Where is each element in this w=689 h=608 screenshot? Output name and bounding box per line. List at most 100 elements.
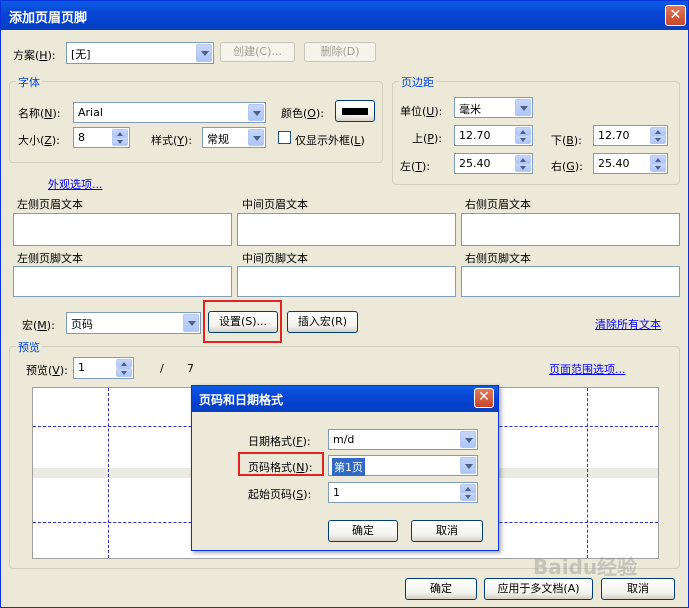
page-separator: / <box>160 362 164 375</box>
center-header-label: 中间页眉文本 <box>242 198 308 211</box>
page-date-format-dialog: 页码和日期格式 ✕ 日期格式(F): m/d 页码格式(N): 第1页 起始页码… <box>191 385 499 551</box>
spin-down-icon[interactable] <box>112 137 128 146</box>
chevron-down-icon[interactable] <box>515 99 531 116</box>
font-style-select[interactable]: 常规 <box>202 127 266 148</box>
font-name-label: 名称(N): <box>18 107 61 120</box>
chevron-down-icon[interactable] <box>196 44 212 62</box>
date-format-select[interactable]: m/d <box>328 429 478 450</box>
left-footer-label: 左侧页脚文本 <box>17 252 83 265</box>
right-margin-guide <box>587 388 588 558</box>
unit-value: 毫米 <box>459 103 481 116</box>
close-button[interactable]: ✕ <box>665 5 686 26</box>
chevron-down-icon[interactable] <box>183 314 199 332</box>
window-title: 添加页眉页脚 <box>9 11 88 26</box>
preview-page-value: 1 <box>78 361 85 374</box>
right-footer-textbox[interactable] <box>461 266 680 297</box>
top-margin-value: 12.70 <box>459 129 491 142</box>
font-size-value: 8 <box>78 131 85 144</box>
title-bar[interactable]: 添加页眉页脚 ✕ <box>1 1 688 30</box>
macro-label: 宏(M): <box>22 319 55 332</box>
start-page-spinner[interactable]: 1 <box>328 482 478 503</box>
font-color-button[interactable] <box>335 100 375 122</box>
font-size-spinner[interactable]: 8 <box>73 127 130 148</box>
outline-only-label[interactable]: 仅显示外框(L) <box>295 132 365 148</box>
left-margin-value: 25.40 <box>459 157 491 170</box>
start-page-value: 1 <box>333 486 340 499</box>
chevron-down-icon[interactable] <box>460 431 476 448</box>
dialog-title-bar[interactable]: 页码和日期格式 ✕ <box>192 386 498 412</box>
spin-down-icon[interactable] <box>460 492 476 501</box>
font-style-label: 样式(Y): <box>151 134 193 147</box>
unit-select[interactable]: 毫米 <box>454 97 533 118</box>
page-range-options-link[interactable]: 页面范围选项... <box>549 361 626 377</box>
spin-down-icon[interactable] <box>116 368 132 377</box>
scheme-value: [无] <box>71 48 91 61</box>
scheme-select[interactable]: [无] <box>66 42 214 64</box>
right-header-label: 右侧页眉文本 <box>465 198 531 211</box>
left-header-textbox[interactable] <box>13 213 232 246</box>
page-format-select[interactable]: 第1页 <box>328 455 478 476</box>
start-page-label: 起始页码(S): <box>248 488 312 501</box>
chevron-down-icon[interactable] <box>248 104 264 121</box>
right-margin-value: 25.40 <box>598 157 630 170</box>
spin-down-icon[interactable] <box>650 163 666 172</box>
highlight-box <box>203 300 282 343</box>
ok-button[interactable]: 确定 <box>405 578 477 600</box>
date-format-label: 日期格式(F): <box>248 435 311 448</box>
left-margin-label: 左(T): <box>400 160 431 173</box>
close-icon: ✕ <box>478 389 490 405</box>
left-header-label: 左侧页眉文本 <box>17 198 83 211</box>
clear-all-text-link[interactable]: 清除所有文本 <box>595 316 661 332</box>
appearance-options-link[interactable]: 外观选项... <box>48 176 103 192</box>
center-footer-label: 中间页脚文本 <box>242 252 308 265</box>
center-header-textbox[interactable] <box>237 213 456 246</box>
right-header-textbox[interactable] <box>461 213 680 246</box>
right-footer-label: 右侧页脚文本 <box>465 252 531 265</box>
outline-only-checkbox[interactable] <box>278 131 291 144</box>
scheme-label: 方案(H): <box>13 49 56 62</box>
bottom-margin-value: 12.70 <box>598 129 630 142</box>
chevron-down-icon[interactable] <box>248 129 264 146</box>
font-style-value: 常规 <box>207 133 229 146</box>
spin-down-icon[interactable] <box>650 135 666 144</box>
spin-down-icon[interactable] <box>515 135 531 144</box>
page-format-value: 第1页 <box>332 458 365 476</box>
chevron-down-icon[interactable] <box>460 457 476 474</box>
unit-label: 单位(U): <box>400 105 443 118</box>
apply-to-multiple-button[interactable]: 应用于多文档(A) <box>484 578 593 600</box>
page-total: 7 <box>187 362 194 375</box>
preview-group-title: 预览 <box>16 339 42 355</box>
close-icon: ✕ <box>669 7 682 23</box>
right-margin-label: 右(G): <box>551 160 583 173</box>
macro-value: 页码 <box>71 318 93 331</box>
insert-macro-button[interactable]: 插入宏(R) <box>287 311 358 333</box>
dialog-ok-button[interactable]: 确定 <box>328 520 398 542</box>
preview-page-label: 预览(V): <box>26 364 68 377</box>
spin-down-icon[interactable] <box>515 163 531 172</box>
top-margin-spinner[interactable]: 12.70 <box>454 125 533 146</box>
font-name-value: Arial <box>78 106 103 119</box>
font-size-label: 大小(Z): <box>18 134 60 147</box>
cancel-button[interactable]: 取消 <box>601 578 675 600</box>
margin-group-title: 页边距 <box>399 74 436 90</box>
bottom-margin-spinner[interactable]: 12.70 <box>593 125 668 146</box>
add-header-footer-dialog: 添加页眉页脚 ✕ 方案(H): [无] 创建(C)... 删除(D) 字体 名称… <box>0 0 689 608</box>
dialog-title: 页码和日期格式 <box>199 393 284 407</box>
dialog-close-button[interactable]: ✕ <box>474 388 494 408</box>
highlight-box <box>238 452 324 476</box>
delete-button[interactable]: 删除(D) <box>304 42 376 62</box>
watermark: Baidu经验 <box>533 555 638 579</box>
spin-up-icon[interactable] <box>116 359 132 368</box>
preview-page-spinner[interactable]: 1 <box>73 357 134 379</box>
left-margin-spinner[interactable]: 25.40 <box>454 153 533 174</box>
right-margin-spinner[interactable]: 25.40 <box>593 153 668 174</box>
center-footer-textbox[interactable] <box>237 266 456 297</box>
color-swatch <box>342 108 368 115</box>
font-name-select[interactable]: Arial <box>73 102 266 123</box>
font-color-label: 颜色(O): <box>281 107 324 120</box>
create-button[interactable]: 创建(C)... <box>220 42 295 62</box>
left-footer-textbox[interactable] <box>13 266 232 297</box>
macro-select[interactable]: 页码 <box>66 312 201 334</box>
left-margin-guide <box>108 388 109 558</box>
dialog-cancel-button[interactable]: 取消 <box>411 520 483 542</box>
